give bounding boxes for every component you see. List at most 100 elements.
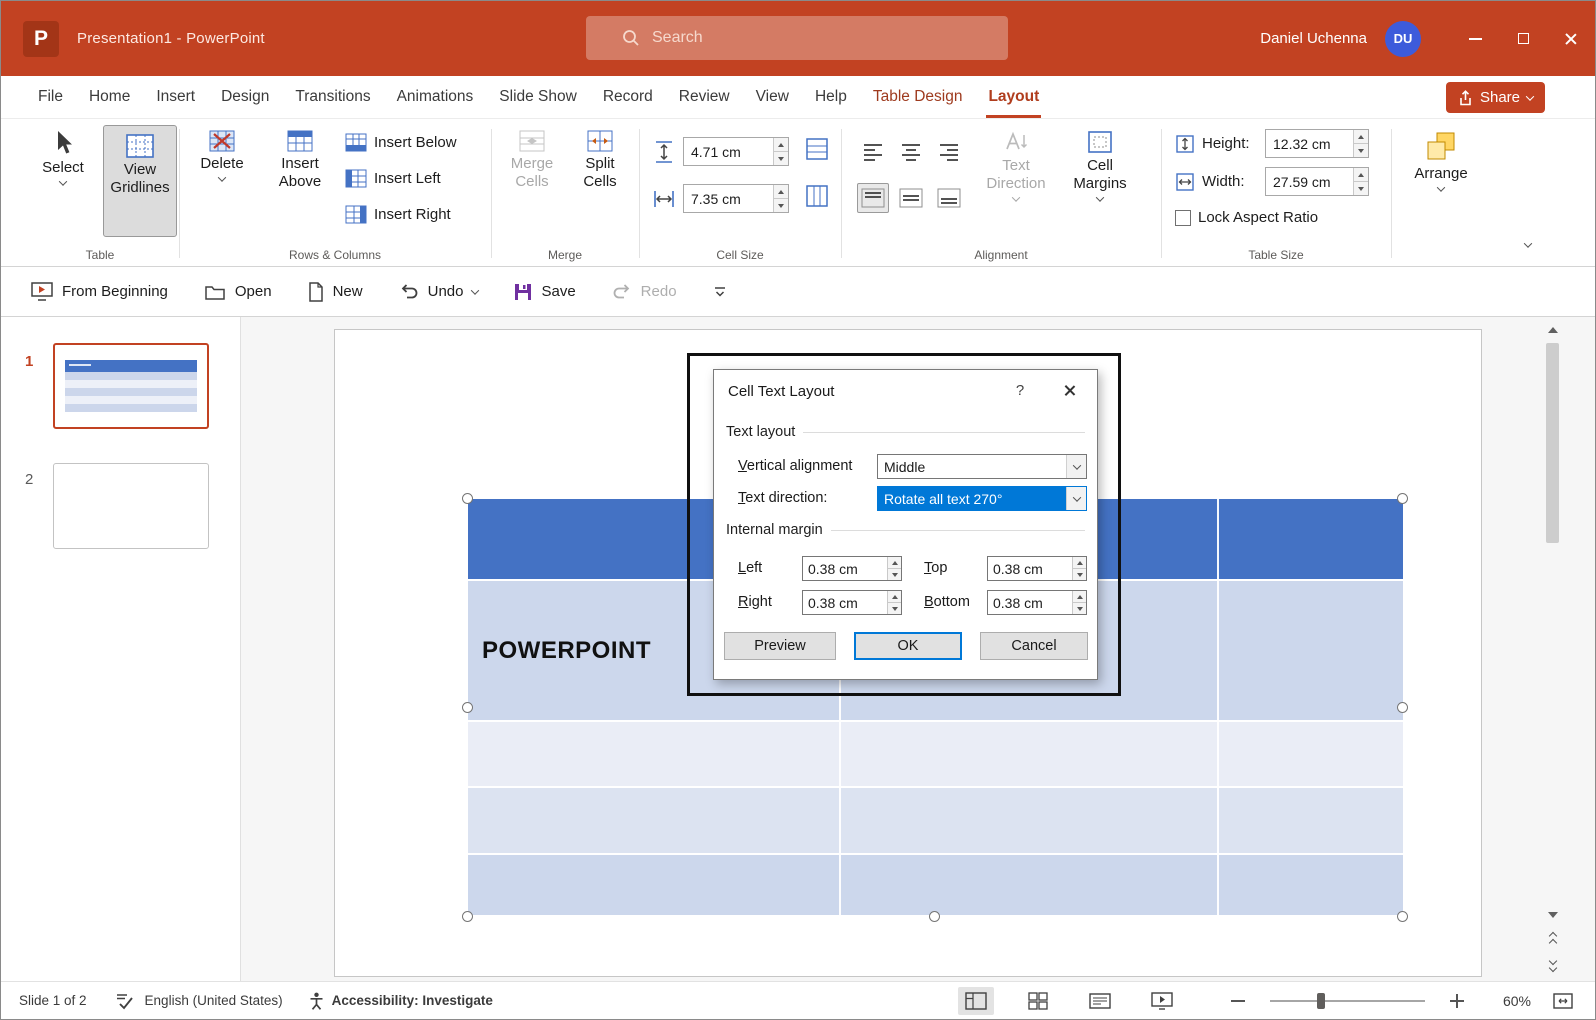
tab-review[interactable]: Review bbox=[666, 76, 743, 118]
distribute-rows-button[interactable] bbox=[805, 137, 829, 166]
cell-height-up-button[interactable] bbox=[774, 138, 788, 151]
insert-below-button[interactable]: Insert Below bbox=[345, 127, 457, 157]
align-center-button[interactable] bbox=[895, 137, 927, 167]
table-width-spinner[interactable]: 27.59 cm bbox=[1265, 167, 1369, 196]
tab-design[interactable]: Design bbox=[208, 76, 282, 118]
undo-button[interactable]: Undo bbox=[399, 283, 479, 301]
slide-2-thumbnail[interactable] bbox=[53, 463, 209, 549]
save-button[interactable]: Save bbox=[514, 283, 575, 301]
open-button[interactable]: Open bbox=[204, 283, 272, 301]
margin-left-up-button[interactable] bbox=[888, 557, 901, 568]
dialog-help-button[interactable]: ? bbox=[1009, 382, 1031, 399]
vertical-alignment-dropdown[interactable]: Middle bbox=[877, 454, 1087, 479]
margin-left-down-button[interactable] bbox=[888, 568, 901, 580]
tab-view[interactable]: View bbox=[743, 76, 802, 118]
margin-right-spinner[interactable]: 0.38 cm bbox=[802, 590, 902, 615]
tab-table-design[interactable]: Table Design bbox=[860, 76, 976, 118]
zoom-out-button[interactable] bbox=[1220, 987, 1256, 1015]
tab-insert[interactable]: Insert bbox=[143, 76, 208, 118]
margin-bottom-spinner[interactable]: 0.38 cm bbox=[987, 590, 1087, 615]
maximize-button[interactable] bbox=[1499, 1, 1547, 76]
insert-above-button[interactable]: Insert Above bbox=[267, 125, 333, 191]
zoom-in-button[interactable] bbox=[1439, 987, 1475, 1015]
share-button[interactable]: Share bbox=[1446, 82, 1545, 113]
reading-view-button[interactable] bbox=[1082, 987, 1118, 1015]
accessibility-button[interactable]: Accessibility: Investigate bbox=[309, 992, 493, 1010]
arrange-button[interactable]: Arrange bbox=[1406, 125, 1476, 192]
insert-right-button[interactable]: Insert Right bbox=[345, 199, 451, 229]
ok-button[interactable]: OK bbox=[854, 632, 962, 660]
zoom-level[interactable]: 60% bbox=[1489, 993, 1531, 1009]
margin-bottom-down-button[interactable] bbox=[1073, 602, 1086, 614]
table-resize-handle-middle-left[interactable] bbox=[462, 702, 473, 713]
margin-bottom-up-button[interactable] bbox=[1073, 591, 1086, 602]
zoom-slider[interactable] bbox=[1270, 1000, 1425, 1002]
select-button[interactable]: Select bbox=[31, 125, 95, 186]
minimize-button[interactable] bbox=[1451, 1, 1499, 76]
cell-height-spinner[interactable]: 4.71 cm bbox=[683, 137, 789, 166]
split-cells-button[interactable]: Split Cells bbox=[569, 125, 631, 191]
margin-right-down-button[interactable] bbox=[888, 602, 901, 614]
text-direction-dropdown[interactable]: Rotate all text 270° bbox=[877, 486, 1087, 511]
margin-top-down-button[interactable] bbox=[1073, 568, 1086, 580]
tab-animations[interactable]: Animations bbox=[384, 76, 487, 118]
from-beginning-button[interactable]: From Beginning bbox=[31, 281, 168, 302]
previous-slide-button[interactable] bbox=[1544, 931, 1561, 948]
language-indicator[interactable]: English (United States) bbox=[145, 993, 283, 1008]
align-left-button[interactable] bbox=[857, 137, 889, 167]
table-resize-handle-middle-right[interactable] bbox=[1397, 702, 1408, 713]
scroll-down-button[interactable] bbox=[1544, 906, 1561, 923]
text-direction-button[interactable]: Text Direction bbox=[983, 125, 1049, 202]
tab-home[interactable]: Home bbox=[76, 76, 143, 118]
close-button[interactable] bbox=[1547, 1, 1595, 76]
next-slide-button[interactable] bbox=[1544, 956, 1561, 973]
vertical-alignment-dropdown-arrow[interactable] bbox=[1066, 455, 1086, 478]
cancel-button[interactable]: Cancel bbox=[980, 632, 1088, 660]
text-direction-dropdown-arrow[interactable] bbox=[1066, 487, 1086, 510]
slide-indicator[interactable]: Slide 1 of 2 bbox=[19, 993, 87, 1008]
delete-button[interactable]: Delete bbox=[191, 125, 253, 182]
user-avatar[interactable]: DU bbox=[1385, 21, 1421, 57]
scroll-up-button[interactable] bbox=[1544, 321, 1561, 338]
merge-cells-button[interactable]: Merge Cells bbox=[501, 125, 563, 191]
distribute-columns-button[interactable] bbox=[805, 184, 829, 213]
cell-width-up-button[interactable] bbox=[774, 185, 788, 198]
margin-right-up-button[interactable] bbox=[888, 591, 901, 602]
zoom-slider-thumb[interactable] bbox=[1317, 993, 1325, 1009]
slide-show-view-button[interactable] bbox=[1144, 987, 1180, 1015]
collapse-ribbon-button[interactable] bbox=[1517, 236, 1539, 254]
align-top-button[interactable] bbox=[857, 183, 889, 213]
table-height-up-button[interactable] bbox=[1354, 130, 1368, 143]
redo-button[interactable]: Redo bbox=[612, 283, 677, 301]
tab-slide-show[interactable]: Slide Show bbox=[486, 76, 590, 118]
vertical-scrollbar[interactable] bbox=[1544, 321, 1561, 973]
tab-layout[interactable]: Layout bbox=[975, 76, 1052, 118]
slide-sorter-view-button[interactable] bbox=[1020, 987, 1056, 1015]
cell-height-down-button[interactable] bbox=[774, 151, 788, 165]
qat-customize-button[interactable] bbox=[713, 285, 727, 299]
table-resize-handle-bottom-center[interactable] bbox=[929, 911, 940, 922]
cell-width-spinner[interactable]: 7.35 cm bbox=[683, 184, 789, 213]
fit-to-window-button[interactable] bbox=[1545, 987, 1581, 1015]
new-button[interactable]: New bbox=[308, 282, 363, 302]
cell-width-down-button[interactable] bbox=[774, 198, 788, 212]
cell-margins-button[interactable]: Cell Margins bbox=[1065, 125, 1135, 202]
margin-top-up-button[interactable] bbox=[1073, 557, 1086, 568]
powerpoint-logo-icon[interactable]: P bbox=[23, 21, 59, 57]
margin-left-spinner[interactable]: 0.38 cm bbox=[802, 556, 902, 581]
table-resize-handle-top-right[interactable] bbox=[1397, 493, 1408, 504]
table-height-spinner[interactable]: 12.32 cm bbox=[1265, 129, 1369, 158]
insert-left-button[interactable]: Insert Left bbox=[345, 163, 441, 193]
tab-help[interactable]: Help bbox=[802, 76, 860, 118]
dialog-close-button[interactable] bbox=[1051, 378, 1089, 404]
normal-view-button[interactable] bbox=[958, 987, 994, 1015]
margin-top-spinner[interactable]: 0.38 cm bbox=[987, 556, 1087, 581]
user-name[interactable]: Daniel Uchenna bbox=[1260, 30, 1367, 47]
center-vertically-button[interactable] bbox=[895, 183, 927, 213]
table-height-down-button[interactable] bbox=[1354, 143, 1368, 157]
preview-button[interactable]: Preview bbox=[724, 632, 836, 660]
tab-transitions[interactable]: Transitions bbox=[282, 76, 383, 118]
view-gridlines-toggle[interactable]: View Gridlines bbox=[103, 125, 177, 237]
search-box[interactable]: Search bbox=[586, 16, 1008, 60]
lock-aspect-ratio-checkbox[interactable] bbox=[1175, 210, 1191, 226]
